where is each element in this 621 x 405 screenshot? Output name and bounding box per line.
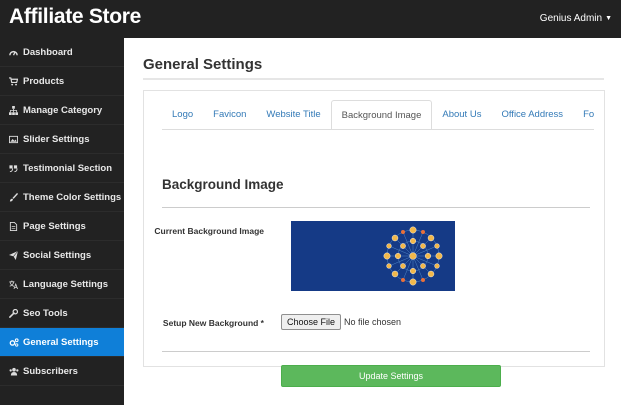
sidebar-item-label: General Settings [23, 336, 99, 348]
sidebar-item-label: Manage Category [23, 104, 103, 116]
paint-brush-icon [9, 192, 22, 202]
form-divider [162, 351, 590, 352]
tab-favicon[interactable]: Favicon [203, 100, 256, 129]
language-icon [9, 279, 22, 289]
top-navbar: Affiliate Store Genius Admin ▼ [0, 0, 621, 38]
image-icon [9, 135, 22, 144]
section-title: Background Image [162, 177, 284, 192]
settings-tabs: Logo Favicon Website Title Background Im… [162, 100, 594, 130]
sidebar-item-dashboard[interactable]: Dashboard [0, 38, 124, 67]
sidebar-item-label: Language Settings [23, 278, 108, 290]
tab-about-us[interactable]: About Us [432, 100, 491, 129]
choose-file-button[interactable]: Choose File [281, 314, 342, 330]
current-background-label: Current Background Image [154, 226, 264, 236]
sidebar-item-label: Subscribers [23, 365, 78, 377]
sidebar-item-testimonial-section[interactable]: Testimonial Section [0, 154, 124, 183]
sidebar-item-page-settings[interactable]: Page Settings [0, 212, 124, 241]
paper-plane-icon [9, 250, 22, 260]
sidebar-item-products[interactable]: Products [0, 67, 124, 96]
wrench-icon [9, 308, 22, 318]
tab-footer[interactable]: Footer [573, 100, 594, 129]
sidebar-item-seo-tools[interactable]: Seo Tools [0, 299, 124, 328]
sidebar-item-label: Social Settings [23, 249, 92, 261]
sidebar-item-manage-category[interactable]: Manage Category [0, 96, 124, 125]
section-divider [162, 207, 590, 208]
sidebar-item-general-settings[interactable]: General Settings [0, 328, 124, 357]
main-content: General Settings Logo Favicon Website Ti… [124, 38, 621, 405]
dashboard-icon [9, 48, 22, 57]
file-input[interactable]: Choose File No file chosen [281, 314, 401, 330]
tab-logo[interactable]: Logo [162, 100, 203, 129]
gears-icon [9, 337, 22, 347]
file-status-text: No file chosen [344, 317, 402, 327]
sidebar-item-label: Products [23, 75, 65, 87]
sidebar: Dashboard Products Manage Category Slide… [0, 38, 124, 405]
sidebar-item-label: Dashboard [23, 46, 73, 58]
current-background-image [291, 221, 455, 291]
sidebar-item-label: Page Settings [23, 220, 86, 232]
page-title: General Settings [143, 56, 263, 73]
file-icon [9, 221, 22, 231]
user-menu[interactable]: Genius Admin ▼ [540, 13, 612, 24]
setup-background-label: Setup New Background * [162, 318, 264, 328]
user-name: Genius Admin [539, 13, 603, 24]
users-icon [9, 367, 22, 376]
chevron-down-icon: ▼ [605, 15, 612, 22]
sidebar-item-label: Testimonial Section [23, 162, 113, 174]
title-divider [143, 78, 604, 80]
tab-background-image[interactable]: Background Image [330, 100, 433, 129]
brand-logo-text[interactable]: Affiliate Store [9, 5, 141, 29]
sidebar-item-social-settings[interactable]: Social Settings [0, 241, 124, 270]
update-settings-button[interactable]: Update Settings [281, 365, 501, 387]
cart-icon [9, 76, 22, 86]
sidebar-item-language-settings[interactable]: Language Settings [0, 270, 124, 299]
tab-website-title[interactable]: Website Title [256, 100, 330, 129]
quote-icon [9, 164, 22, 173]
sidebar-item-theme-color-settings[interactable]: Theme Color Settings [0, 183, 124, 212]
settings-panel: Logo Favicon Website Title Background Im… [143, 90, 605, 387]
sidebar-item-slider-settings[interactable]: Slider Settings [0, 125, 124, 154]
sidebar-item-subscribers[interactable]: Subscribers [0, 357, 124, 386]
sitemap-icon [9, 105, 22, 115]
sidebar-item-label: Slider Settings [23, 133, 90, 145]
sidebar-item-label: Seo Tools [23, 307, 68, 319]
tab-office-address[interactable]: Office Address [491, 100, 573, 129]
sidebar-item-label: Theme Color Settings [23, 191, 122, 203]
